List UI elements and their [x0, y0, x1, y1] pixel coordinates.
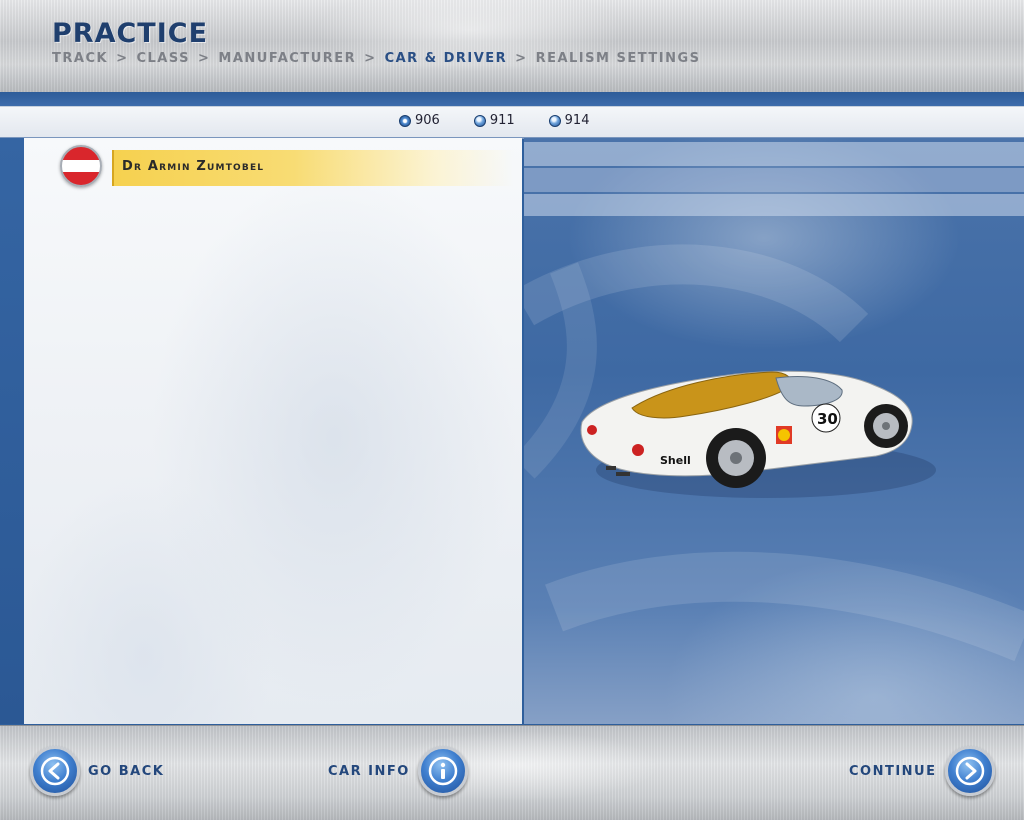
austria-flag-icon [60, 145, 102, 187]
radio-icon [473, 114, 486, 127]
continue-label: CONTINUE [849, 763, 937, 779]
breadcrumb-manufacturer[interactable]: MANUFACTURER [218, 51, 356, 66]
header-stripe [0, 92, 1024, 106]
breadcrumb-realism-settings[interactable]: REALISM SETTINGS [536, 51, 701, 66]
arrow-right-icon [944, 746, 995, 796]
breadcrumb-separator: > [198, 51, 211, 66]
car-image: 30 Shell [580, 370, 936, 498]
page-title: PRACTICE [52, 18, 209, 49]
driver-name: Dr Armin Zumtobel [122, 159, 265, 174]
tab-label: 914 [564, 113, 590, 128]
tab-label: 911 [489, 113, 515, 128]
driver-list-panel [24, 138, 522, 724]
car-model-tabbar: 906 911 914 [0, 106, 1024, 139]
info-icon [417, 746, 468, 796]
tab-label: 906 [415, 113, 440, 128]
breadcrumb-class[interactable]: CLASS [136, 51, 190, 66]
go-back-button[interactable]: GO BACK [30, 746, 164, 796]
driver-list-item[interactable]: Dr Armin Zumtobel [60, 145, 520, 189]
car-model-tabs: 906 911 914 [399, 113, 589, 128]
tab-911[interactable]: 911 [473, 113, 515, 128]
car-number: 30 [817, 410, 838, 428]
radio-selected-icon [399, 114, 411, 127]
arrow-left-icon [30, 746, 80, 796]
left-edge [0, 138, 24, 724]
car-preview-panel: 30 Shell [524, 138, 1024, 724]
footer: GO BACK CAR INFO CONTINUE [0, 725, 1024, 820]
header: PRACTICE TRACK > CLASS > MANUFACTURER > … [0, 0, 1024, 93]
breadcrumb-separator: > [364, 51, 377, 66]
go-back-label: GO BACK [88, 763, 165, 779]
breadcrumb: TRACK > CLASS > MANUFACTURER > CAR & DRI… [52, 51, 701, 66]
driver-selection-highlight: Dr Armin Zumtobel [112, 150, 514, 186]
breadcrumb-car-driver: CAR & DRIVER [384, 51, 508, 66]
breadcrumb-separator: > [116, 51, 129, 66]
breadcrumb-separator: > [515, 51, 528, 66]
car-info-button[interactable]: CAR INFO [328, 746, 468, 796]
continue-button[interactable]: CONTINUE [849, 746, 995, 796]
car-info-label: CAR INFO [328, 763, 410, 779]
radio-icon [548, 114, 561, 127]
tab-914[interactable]: 914 [548, 113, 590, 128]
tab-906[interactable]: 906 [399, 113, 440, 128]
sponsor-label: Shell [660, 454, 691, 467]
breadcrumb-track[interactable]: TRACK [52, 51, 108, 66]
